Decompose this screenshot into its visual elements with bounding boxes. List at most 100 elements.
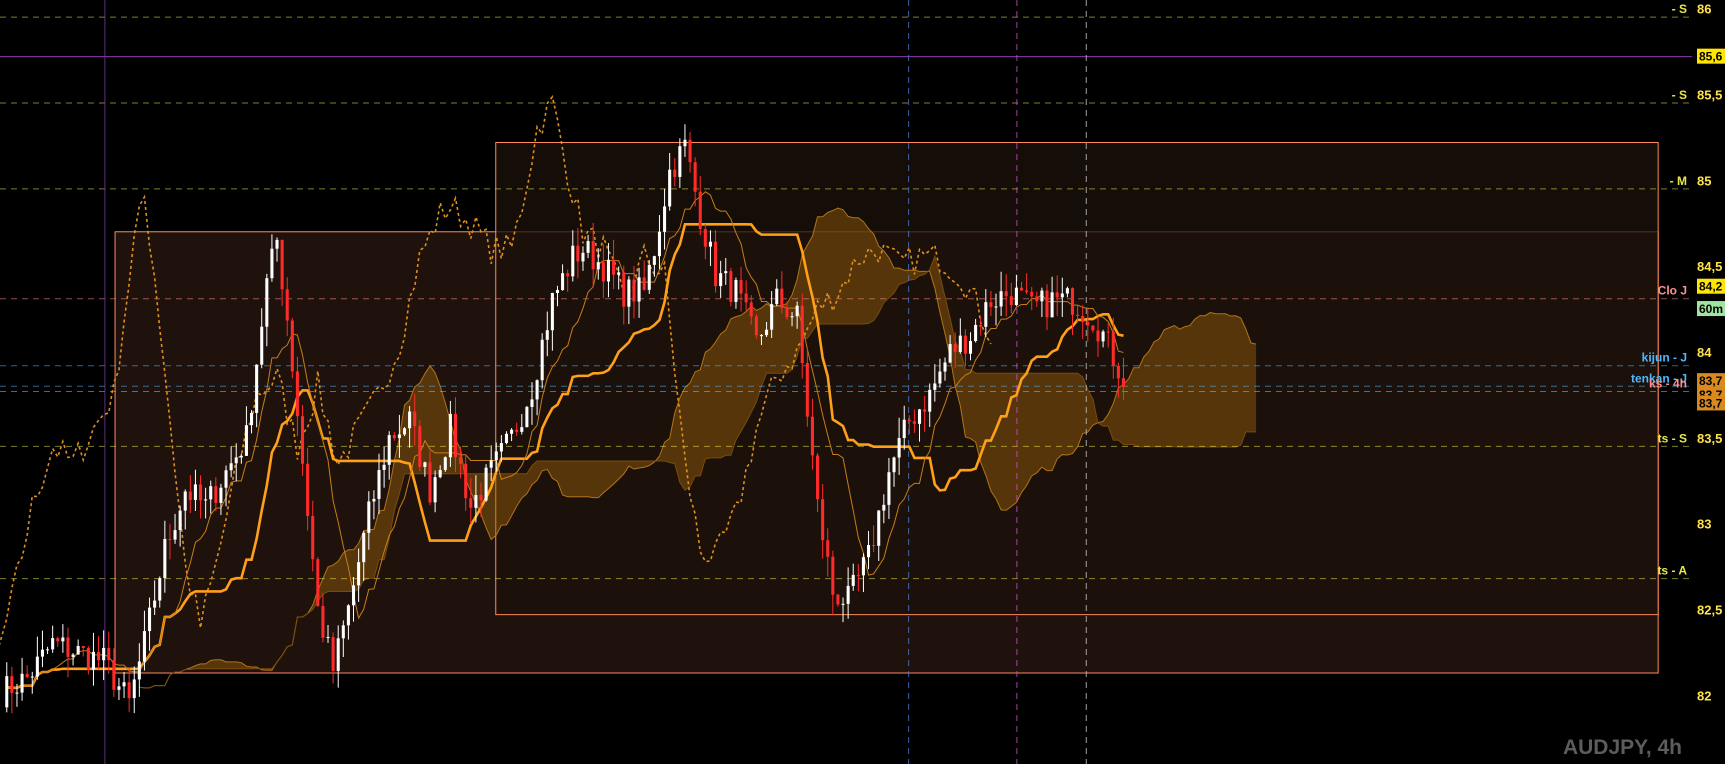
candle-body xyxy=(923,409,927,412)
candle-body xyxy=(423,462,427,467)
candle-body xyxy=(173,530,177,540)
candle-body xyxy=(474,495,478,508)
candle-body xyxy=(290,320,294,372)
candle-body xyxy=(275,239,279,249)
candle-body xyxy=(224,470,228,488)
candle-body xyxy=(397,434,401,439)
candle-body xyxy=(744,293,748,303)
candle-body xyxy=(357,562,361,586)
candle-body xyxy=(377,469,381,499)
candle-body xyxy=(469,498,473,508)
candle-body xyxy=(968,341,973,354)
candle-body xyxy=(331,636,335,671)
candle-body xyxy=(265,278,269,327)
candle-body xyxy=(729,271,733,302)
candle-body xyxy=(1070,288,1075,315)
candle-body xyxy=(239,455,243,458)
candle-body xyxy=(122,682,126,687)
candle-body xyxy=(86,648,90,670)
candle-body xyxy=(413,411,417,427)
candle-body xyxy=(163,538,167,579)
candle-body xyxy=(856,574,860,576)
level-label: - S xyxy=(1672,88,1687,102)
candle-body xyxy=(734,280,738,302)
candle-body xyxy=(525,406,529,428)
candle-body xyxy=(193,484,197,500)
candle-body xyxy=(663,206,667,232)
candle-body xyxy=(66,637,70,657)
price-tick-label: 84,5 xyxy=(1697,259,1722,274)
candle-body xyxy=(530,399,534,407)
candle-body xyxy=(754,316,758,336)
candle-body xyxy=(479,495,483,501)
candle-body xyxy=(459,457,463,464)
candle-body xyxy=(199,484,203,501)
candle-body xyxy=(504,433,509,444)
candle-body xyxy=(657,231,661,257)
candle-body xyxy=(759,335,763,337)
candle-body xyxy=(770,304,774,330)
candle-body xyxy=(453,413,458,458)
candle-body xyxy=(326,636,330,638)
candle-body xyxy=(953,344,957,352)
candle-body xyxy=(61,637,65,642)
candle-body xyxy=(882,504,886,511)
level-label: kijun - J xyxy=(1642,351,1687,365)
candle-body xyxy=(204,499,208,501)
price-tick-label: 83 xyxy=(1697,517,1711,532)
symbol-watermark: AUDJPY, 4h xyxy=(1563,736,1682,759)
candle-body xyxy=(148,607,152,632)
candle-body xyxy=(974,324,978,342)
candle-body xyxy=(178,510,182,531)
candle-body xyxy=(1050,292,1054,318)
level-label: ts - A xyxy=(1657,564,1687,578)
price-tag: 83,7 xyxy=(1697,395,1725,411)
price-tag: 83,7 xyxy=(1697,373,1725,389)
candle-body xyxy=(153,600,157,608)
candle-body xyxy=(249,412,254,426)
candle-body xyxy=(306,463,310,516)
candle-body xyxy=(209,486,213,500)
candle-body xyxy=(866,545,871,558)
candle-body xyxy=(719,273,723,287)
candle-body xyxy=(708,241,712,247)
level-label: ts - S xyxy=(1658,431,1687,445)
candle-body xyxy=(71,654,75,657)
candle-body xyxy=(15,692,19,694)
candle-body xyxy=(25,673,29,678)
candle-body xyxy=(1009,296,1013,305)
candle-body xyxy=(51,638,55,650)
price-tick-label: 84 xyxy=(1697,345,1712,360)
candle-body xyxy=(494,451,498,461)
candle-body xyxy=(1116,365,1120,379)
candle-body xyxy=(622,272,626,307)
candle-body xyxy=(229,463,233,471)
candle-body xyxy=(1040,290,1044,302)
candle-body xyxy=(1025,290,1029,292)
candle-body xyxy=(994,306,998,308)
candle-body xyxy=(387,435,391,465)
candle-body xyxy=(443,457,447,470)
price-tag-text: 84,2 xyxy=(1699,280,1723,294)
candle-body xyxy=(188,491,192,500)
candle-body xyxy=(499,443,503,452)
price-tag-text: 83,7 xyxy=(1699,374,1723,388)
candle-body xyxy=(280,239,284,290)
candle-body xyxy=(652,256,656,265)
candle-body xyxy=(433,477,437,503)
candle-body xyxy=(112,660,116,690)
candle-body xyxy=(535,380,539,400)
price-tick-label: 86 xyxy=(1697,2,1711,17)
level-label: - S xyxy=(1672,2,1687,16)
candle-body xyxy=(515,429,519,432)
candle-body xyxy=(612,259,616,275)
candle-body xyxy=(749,302,753,317)
candle-body xyxy=(984,302,988,327)
candle-body xyxy=(1065,288,1069,294)
candle-body xyxy=(545,330,549,340)
candle-body xyxy=(571,245,575,277)
candle-body xyxy=(1014,287,1018,305)
candle-body xyxy=(642,277,646,290)
level-label: - M xyxy=(1670,174,1687,188)
candle-body xyxy=(800,305,804,364)
